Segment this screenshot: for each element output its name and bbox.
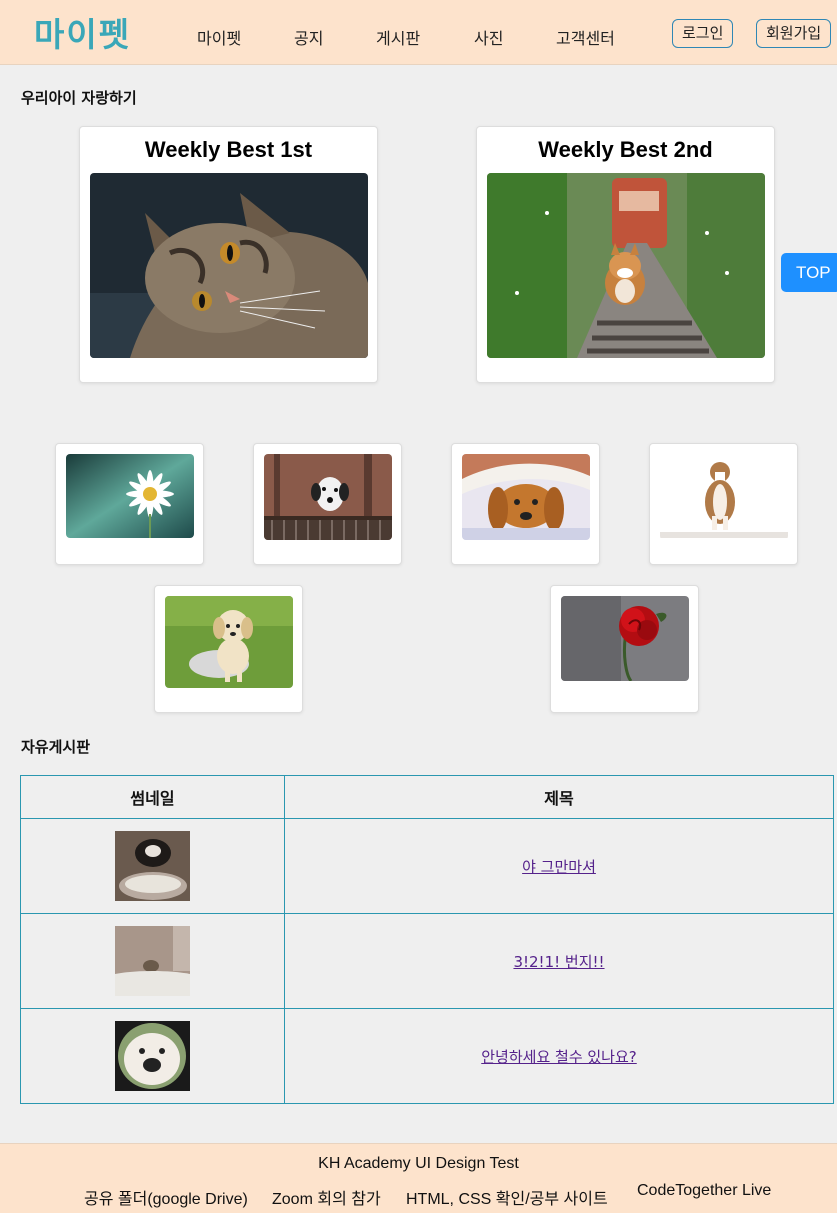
footer-link-google-drive[interactable]: 공유 폴더(google Drive) xyxy=(84,1185,248,1209)
nav-item-board[interactable]: 게시판 xyxy=(376,25,420,49)
board-header-row: 썸네일 제목 xyxy=(21,776,833,818)
retriever-blanket-photo[interactable] xyxy=(462,454,590,540)
best-card-title: Weekly Best 1st xyxy=(144,137,313,162)
daisy-photo[interactable] xyxy=(66,454,194,538)
post-title-link[interactable]: 안녕하세요 철수 있나요? xyxy=(481,1046,637,1067)
post-title-link[interactable]: 3!2!1! 번지!! xyxy=(513,951,604,972)
site-logo[interactable]: 마이펫 xyxy=(34,8,131,56)
footer-title: KH Academy UI Design Test xyxy=(318,1155,519,1172)
best-card-1[interactable]: Weekly Best 1st xyxy=(79,126,378,383)
scroll-top-button[interactable]: TOP xyxy=(781,253,837,292)
table-row: 야 그만마셔 xyxy=(21,818,833,913)
showcase-title: 우리아이 자랑하기 xyxy=(21,89,137,107)
footer-link-zoom[interactable]: Zoom 회의 참가 xyxy=(272,1185,381,1209)
best-card-title: Weekly Best 2nd xyxy=(538,137,713,162)
footer: KH Academy UI Design Test 공유 폴더(google D… xyxy=(0,1143,837,1213)
post-thumbnail[interactable] xyxy=(115,926,190,996)
gallery-card-3[interactable] xyxy=(451,443,600,565)
gallery-card-5[interactable] xyxy=(154,585,303,713)
post-thumbnail[interactable] xyxy=(115,1021,190,1091)
bulldog-puppy-photo[interactable] xyxy=(660,454,788,540)
board-title: 자유게시판 xyxy=(21,738,91,756)
signup-button[interactable]: 회원가입 xyxy=(756,19,832,48)
board-table: 썸네일 제목 야 그만마셔 3!2!1! 번지!! 안녕하세요 철수 있나요? xyxy=(20,775,834,1104)
nav-item-photo[interactable]: 사진 xyxy=(474,25,503,49)
post-thumbnail[interactable] xyxy=(115,831,190,901)
nav-item-mypet[interactable]: 마이펫 xyxy=(197,25,241,49)
header: 마이펫 마이펫 공지 게시판 사진 고객센터 로그인 회원가입 xyxy=(0,0,837,65)
rose-photo[interactable] xyxy=(561,596,689,681)
nav-item-notice[interactable]: 공지 xyxy=(294,25,323,49)
gallery-card-1[interactable] xyxy=(55,443,204,565)
best-card-2[interactable]: Weekly Best 2nd xyxy=(476,126,775,383)
corgi-photo[interactable] xyxy=(487,173,765,358)
login-button[interactable]: 로그인 xyxy=(672,19,734,48)
post-title-link[interactable]: 야 그만마셔 xyxy=(522,856,596,877)
footer-link-html-css[interactable]: HTML, CSS 확인/공부 사이트 xyxy=(406,1185,608,1209)
gallery-card-4[interactable] xyxy=(649,443,798,565)
footer-link-codetogether[interactable]: CodeTogether Live xyxy=(637,1182,771,1200)
nav-item-support[interactable]: 고객센터 xyxy=(556,25,615,49)
gallery-card-6[interactable] xyxy=(550,585,699,713)
gallery-card-2[interactable] xyxy=(253,443,402,565)
kitten-photo[interactable] xyxy=(90,173,368,358)
column-header-title: 제목 xyxy=(544,789,574,808)
table-row: 안녕하세요 철수 있나요? xyxy=(21,1008,833,1103)
puppy-bowl-photo[interactable] xyxy=(165,596,293,688)
column-header-thumbnail: 썸네일 xyxy=(21,776,285,818)
dalmatian-photo[interactable] xyxy=(264,454,392,540)
table-row: 3!2!1! 번지!! xyxy=(21,913,833,1008)
